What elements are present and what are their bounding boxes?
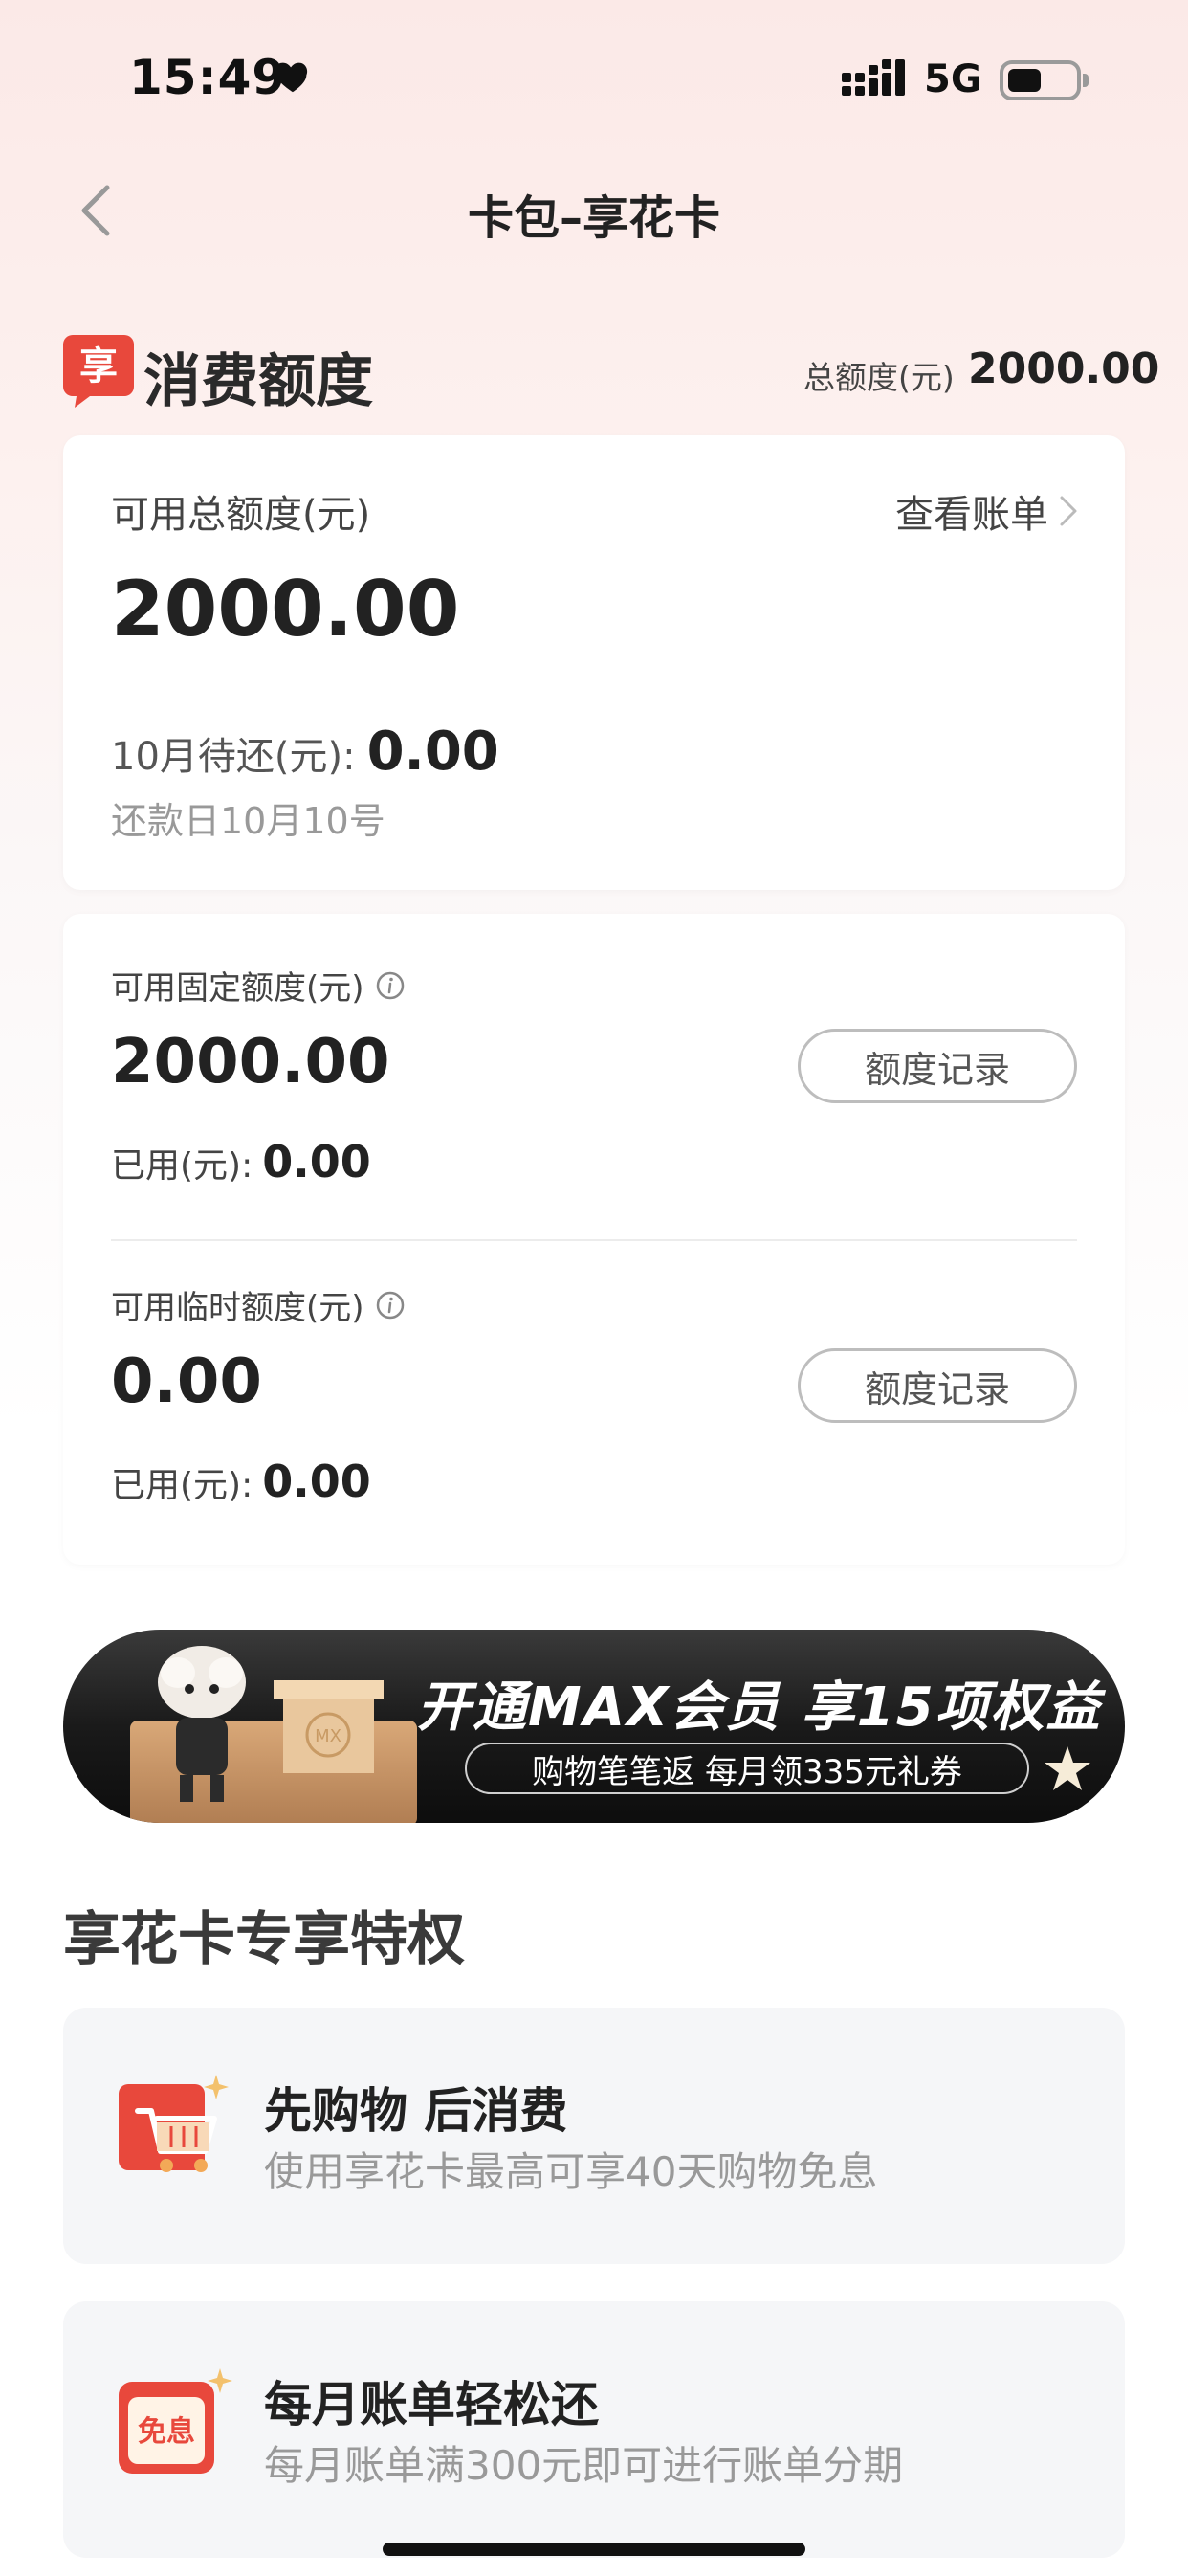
home-indicator[interactable] xyxy=(383,2543,805,2556)
brand-char: 享 xyxy=(79,344,118,389)
divider xyxy=(111,1239,1077,1241)
privilege-item[interactable]: 免息 每月账单轻松还 每月账单满300元即可进行账单分期 xyxy=(63,2301,1125,2558)
temp-limit-amount: 0.00 xyxy=(111,1346,262,1417)
privilege-desc: 使用享花卡最高可享40天购物免息 xyxy=(264,2148,878,2195)
privileges-title: 享花卡专享特权 xyxy=(63,1906,465,1973)
temp-used-value: 0.00 xyxy=(262,1455,371,1507)
total-limit-value: 2000.00 xyxy=(968,344,1160,393)
star-icon xyxy=(1045,1746,1090,1790)
icon-text: 免息 xyxy=(138,2415,195,2449)
total-limit-label: 总额度(元) xyxy=(803,359,955,396)
signal-icon xyxy=(842,59,905,96)
info-icon[interactable] xyxy=(376,971,405,1000)
info-icon[interactable] xyxy=(376,1291,405,1320)
privilege-title: 先购物 后消费 xyxy=(264,2083,568,2139)
max-member-banner[interactable]: MX 开通MAX会员 享15项权益 购物笔笔返 每月领335元礼券 xyxy=(63,1630,1125,1823)
interest-free-icon: 免息 xyxy=(119,2368,232,2474)
page-title: 卡包–享花卡 xyxy=(467,191,720,245)
network-label: 5G xyxy=(924,57,982,101)
privilege-desc: 每月账单满300元即可进行账单分期 xyxy=(264,2442,904,2489)
xiang-logo-icon: 享 xyxy=(63,335,134,408)
limits-card: 可用固定额度(元) 2000.00 额度记录 已用(元): 0.00 可用临时额… xyxy=(63,914,1125,1565)
banner-subtitle: 购物笔笔返 每月领335元礼券 xyxy=(465,1743,1029,1794)
temp-used-row: 已用(元): 0.00 xyxy=(111,1455,371,1507)
available-total-label: 可用总额度(元) xyxy=(111,493,371,537)
chevron-right-icon xyxy=(1060,496,1077,526)
fixed-limit-label: 可用固定额度(元) xyxy=(111,969,364,1008)
battery-icon xyxy=(1000,60,1089,100)
available-limit-card: 可用总额度(元) 查看账单 2000.00 10月待还(元): 0.00 还款日… xyxy=(63,435,1125,890)
repayment-date: 还款日10月10号 xyxy=(111,800,385,842)
status-time: 15:49 xyxy=(129,50,287,105)
due-line: 10月待还(元): 0.00 xyxy=(111,721,499,783)
shopping-cart-icon xyxy=(119,2075,229,2172)
view-bill-link[interactable]: 查看账单 xyxy=(895,483,1079,539)
view-bill-label: 查看账单 xyxy=(895,493,1048,537)
fixed-limit-label-row: 可用固定额度(元) xyxy=(111,962,405,1009)
sheep-mascot-icon xyxy=(158,1646,246,1802)
banner-title: 开通MAX会员 享15项权益 xyxy=(417,1677,1102,1739)
available-total-amount: 2000.00 xyxy=(111,565,460,654)
heart-icon xyxy=(275,62,308,93)
box-text: MX xyxy=(315,1726,341,1746)
fixed-used-value: 0.00 xyxy=(262,1136,371,1188)
due-value: 0.00 xyxy=(366,721,499,783)
temp-limit-label-row: 可用临时额度(元) xyxy=(111,1281,405,1328)
due-label: 10月待还(元): xyxy=(111,735,356,779)
temp-used-label: 已用(元): xyxy=(111,1466,253,1505)
section-title: 消费额度 xyxy=(143,348,373,415)
fixed-limit-record-button[interactable]: 额度记录 xyxy=(798,1029,1077,1103)
temp-limit-record-button[interactable]: 额度记录 xyxy=(798,1348,1077,1423)
fixed-limit-amount: 2000.00 xyxy=(111,1027,390,1098)
privilege-item[interactable]: 先购物 后消费 使用享花卡最高可享40天购物免息 xyxy=(63,2008,1125,2264)
status-bar: 15:49 5G xyxy=(0,0,1188,163)
fixed-used-label: 已用(元): xyxy=(111,1146,253,1186)
privilege-title: 每月账单轻松还 xyxy=(264,2377,599,2432)
gift-box-icon: MX xyxy=(274,1680,384,1773)
fixed-used-row: 已用(元): 0.00 xyxy=(111,1136,371,1188)
temp-limit-label: 可用临时额度(元) xyxy=(111,1289,364,1327)
